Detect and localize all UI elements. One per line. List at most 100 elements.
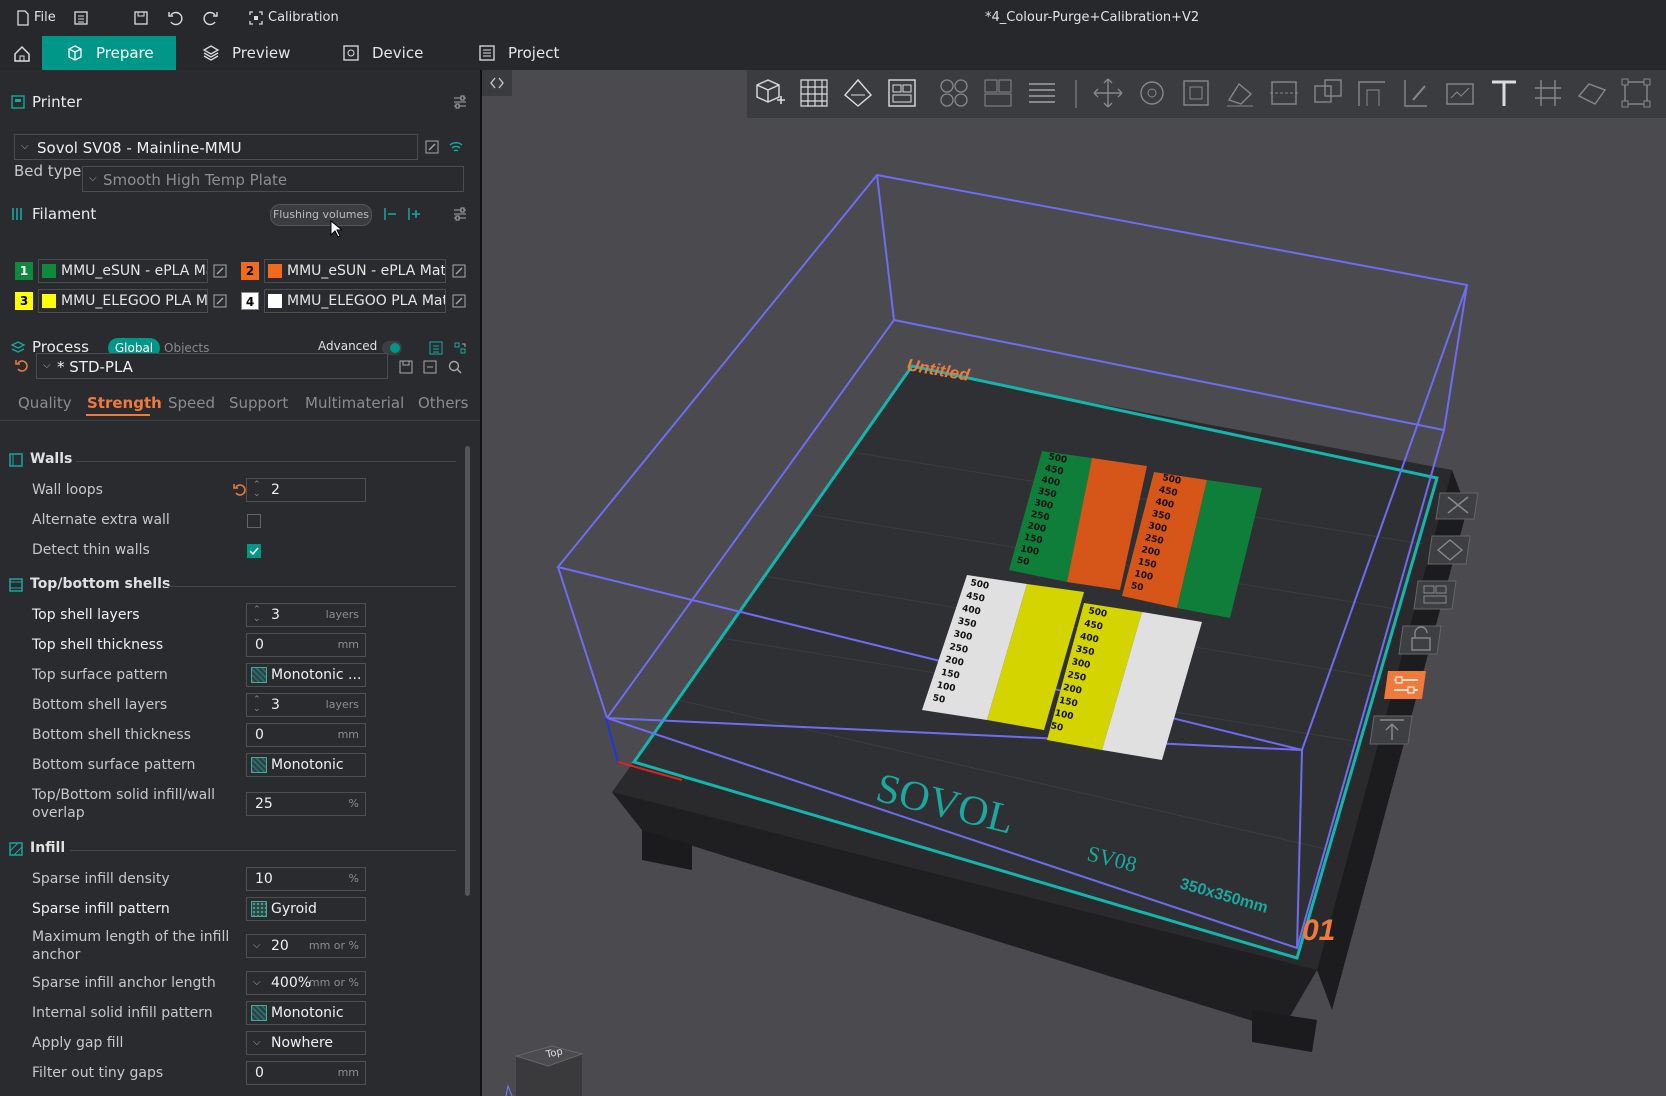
tab-strength[interactable]: Strength <box>87 394 162 412</box>
bottom-shell-thickness-input[interactable]: 0 mm <box>246 723 366 747</box>
filament-select[interactable]: MMU_eSUN - ePLA Ma... <box>38 259 208 283</box>
overlap-input[interactable]: 25% <box>246 792 366 816</box>
calibration-menu[interactable]: Calibration <box>268 0 339 36</box>
layers-icon <box>202 45 220 61</box>
sparse-infill-density-input[interactable]: 10% <box>246 867 366 891</box>
divider <box>76 461 456 462</box>
edit-icon[interactable] <box>451 293 467 309</box>
reset-icon[interactable] <box>14 358 30 374</box>
top-shell-thickness-input[interactable]: 0 mm <box>246 633 366 657</box>
settings-sliders-icon[interactable] <box>452 206 468 222</box>
filament-color-swatch[interactable] <box>42 264 56 278</box>
filament-name: MMU_eSUN - ePLA Ma... <box>61 263 207 279</box>
z-axis <box>605 717 619 763</box>
filament-name: MMU_ELEGOO PLA Matt... <box>287 293 446 309</box>
bottom-surface-pattern-select[interactable]: Monotonic <box>246 753 366 777</box>
filament-select[interactable]: MMU_eSUN - ePLA Matt... <box>264 259 446 283</box>
internal-solid-infill-select[interactable]: Monotonic <box>246 1001 366 1025</box>
collapse-icon[interactable] <box>422 359 438 375</box>
tab-speed[interactable]: Speed <box>168 394 215 412</box>
move-to-top-icon[interactable] <box>1368 710 1418 750</box>
anchor-length-input[interactable]: ⌵ 400% mm or % <box>246 971 366 995</box>
tab-quality[interactable]: Quality <box>18 394 72 412</box>
top-surface-pattern-select[interactable]: Monotonic ... <box>246 663 366 687</box>
tab-project[interactable]: Project <box>478 36 578 70</box>
edit-icon[interactable] <box>212 293 228 309</box>
build-plate-scene[interactable]: Untitled SOVOL SV08 350x350mm 01 5004504… <box>482 70 1666 1096</box>
top-shell-layers-label: Top shell layers <box>32 607 140 623</box>
filament-color-swatch[interactable] <box>42 294 56 308</box>
tab-device[interactable]: Device <box>342 36 442 70</box>
view-cube[interactable]: Top <box>504 1026 584 1096</box>
printer-icon <box>11 95 25 109</box>
bed-type-select[interactable]: ⌵ Smooth High Temp Plate <box>82 166 464 192</box>
compare-icon[interactable] <box>452 340 468 356</box>
wall-loops-input[interactable]: ⌃ ⌄ 2 <box>246 478 366 502</box>
lock-plate-icon[interactable] <box>1397 620 1447 660</box>
tab-support[interactable]: Support <box>229 394 288 412</box>
menu-icon[interactable] <box>72 9 90 27</box>
undo-icon[interactable] <box>166 9 184 27</box>
remove-filament-icon[interactable] <box>382 206 398 222</box>
anchor-max-label: Maximum length of the infill anchor <box>32 929 230 963</box>
spin-arrows-icon[interactable]: ⌃ ⌄ <box>253 481 261 499</box>
file-icon[interactable] <box>14 9 32 27</box>
edit-icon[interactable] <box>424 139 440 155</box>
sparse-infill-density-label: Sparse infill density <box>32 871 170 887</box>
detect-thin-walls-checkbox[interactable] <box>247 544 261 558</box>
title-bar: File Calibration *4_Colour-Purge+Calibra… <box>0 0 1666 37</box>
delete-plate-icon[interactable] <box>1434 485 1484 525</box>
check-icon <box>249 547 259 556</box>
panel-scrollbar[interactable] <box>465 446 470 896</box>
filter-tiny-gaps-label: Filter out tiny gaps <box>32 1065 164 1081</box>
apply-gap-fill-select[interactable]: ⌵ Nowhere <box>246 1031 366 1055</box>
top-shell-thickness-label: Top shell thickness <box>32 637 164 653</box>
filament-color-swatch[interactable] <box>268 264 282 278</box>
sparse-infill-pattern-select[interactable]: Gyroid <box>246 897 366 921</box>
process-preset-select[interactable]: ⌵ * STD-PLA <box>36 353 388 379</box>
active-tab-underline <box>86 414 150 416</box>
settings-sliders-icon[interactable] <box>452 94 468 110</box>
plate-number[interactable]: 01 <box>1302 914 1335 947</box>
monotonic-pattern-icon <box>251 667 267 683</box>
flushing-volumes-button[interactable]: Flushing volumes <box>270 204 372 226</box>
tab-preview[interactable]: Preview <box>202 36 302 70</box>
spin-arrows-icon[interactable]: ⌃ ⌄ <box>253 696 261 714</box>
spin-arrows-icon[interactable]: ⌃ ⌄ <box>253 606 261 624</box>
cube-icon <box>68 45 82 61</box>
plate-settings-icon[interactable] <box>1382 665 1432 705</box>
alternate-extra-wall-checkbox[interactable] <box>247 514 261 528</box>
edit-icon[interactable] <box>212 263 228 279</box>
redo-icon[interactable] <box>202 9 220 27</box>
top-shell-layers-input[interactable]: ⌃ ⌄ 3 layers <box>246 603 366 627</box>
add-filament-icon[interactable] <box>406 206 422 222</box>
3d-viewport[interactable]: Untitled SOVOL SV08 350x350mm 01 500 450 4… <box>482 70 1666 1096</box>
tab-prepare[interactable]: Prepare <box>42 36 176 70</box>
filament-section-title: Filament <box>32 205 97 223</box>
arrange-plate-icon[interactable] <box>1412 575 1462 615</box>
list-icon[interactable] <box>428 340 444 356</box>
search-icon[interactable] <box>447 359 463 375</box>
filter-tiny-gaps-input[interactable]: 0 mm <box>246 1061 366 1085</box>
filament-select[interactable]: MMU_ELEGOO PLA Matt... <box>264 289 446 313</box>
printer-name: Sovol SV08 - Mainline-MMU <box>37 139 242 157</box>
save-icon[interactable] <box>132 9 150 27</box>
wifi-icon[interactable] <box>448 139 464 155</box>
filament-select[interactable]: MMU_ELEGOO PLA M... <box>38 289 208 313</box>
home-icon[interactable] <box>12 44 32 64</box>
anchor-max-input[interactable]: ⌵ 20 mm or % <box>246 934 366 958</box>
project-icon <box>479 45 495 61</box>
edit-icon[interactable] <box>451 263 467 279</box>
orient-plate-icon[interactable] <box>1426 530 1476 570</box>
tab-others[interactable]: Others <box>418 394 468 412</box>
save-icon[interactable] <box>398 359 414 375</box>
printer-section-title: Printer <box>32 93 82 111</box>
tab-multimaterial[interactable]: Multimaterial <box>305 394 404 412</box>
chevron-down-icon: ⌵ <box>253 1037 261 1048</box>
bed-type-value: Smooth High Temp Plate <box>103 171 288 189</box>
bottom-shell-layers-input[interactable]: ⌃ ⌄ 3 layers <box>246 693 366 717</box>
printer-select[interactable]: ⌵ Sovol SV08 - Mainline-MMU <box>14 134 418 160</box>
file-menu[interactable]: File <box>34 0 56 36</box>
walls-icon <box>9 453 23 467</box>
filament-color-swatch[interactable] <box>268 294 282 308</box>
